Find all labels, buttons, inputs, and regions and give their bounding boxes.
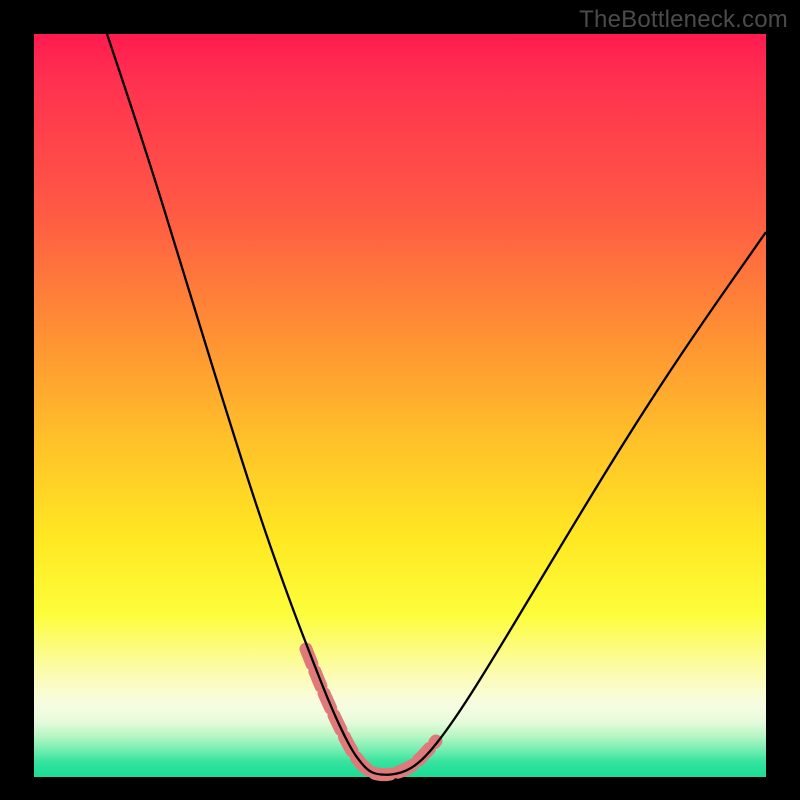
plot-area xyxy=(34,34,766,777)
bottleneck-curve-path xyxy=(107,34,766,775)
valley-highlight-path xyxy=(306,649,436,775)
curve-layer xyxy=(34,34,766,777)
chart-frame: TheBottleneck.com xyxy=(0,0,800,800)
watermark-text: TheBottleneck.com xyxy=(579,6,788,34)
